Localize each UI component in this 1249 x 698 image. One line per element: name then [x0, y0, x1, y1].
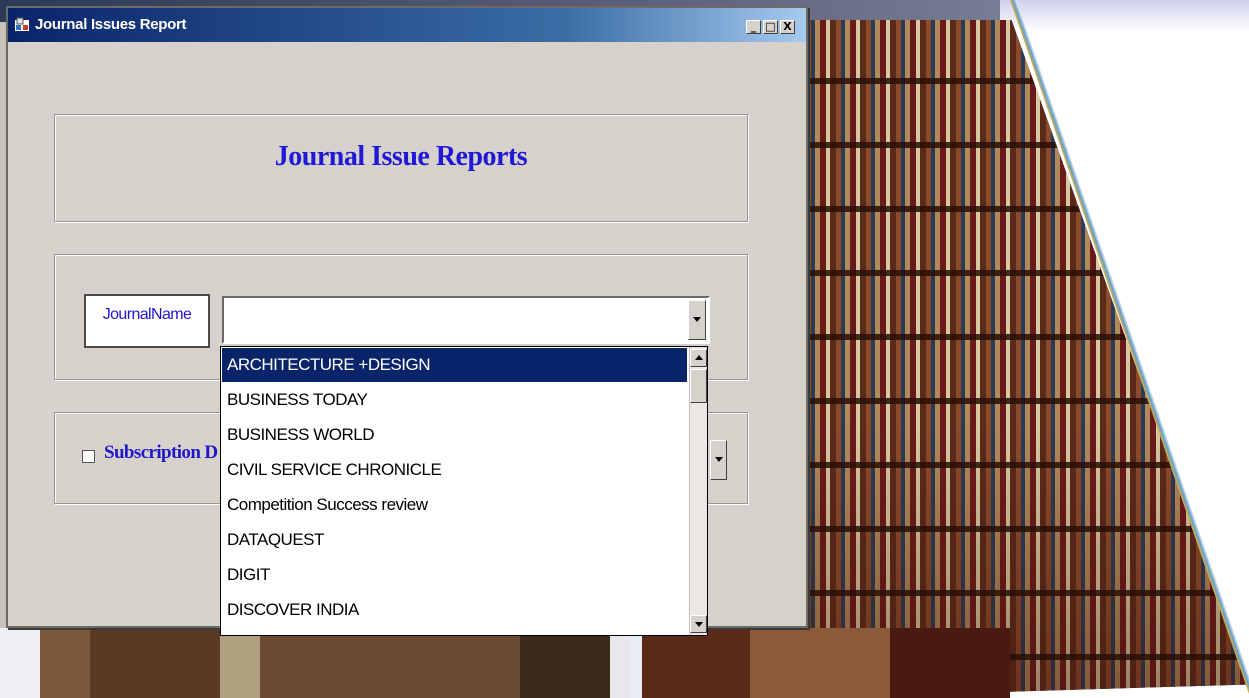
page-title: Journal Issue Reports: [274, 141, 528, 172]
scroll-down-button[interactable]: [690, 615, 707, 633]
background-bottom-mid-image: [630, 628, 1010, 698]
close-button[interactable]: X: [780, 20, 795, 34]
journal-issues-report-window: Journal Issues Report _ □ X Journal Issu…: [6, 6, 808, 636]
list-item[interactable]: DATAQUEST: [222, 523, 687, 557]
dropdown-scrollbar[interactable]: [689, 347, 707, 635]
subscription-dropdown-button[interactable]: [710, 440, 727, 480]
subscription-checkbox-label: Subscription D: [104, 442, 218, 463]
minimize-button[interactable]: _: [746, 20, 761, 34]
title-bar[interactable]: Journal Issues Report _ □ X: [8, 8, 806, 42]
list-item[interactable]: Competition Success review: [222, 488, 687, 522]
window-title: Journal Issues Report: [35, 16, 187, 33]
background-bottom-left-image: [0, 628, 630, 698]
chevron-up-icon: [695, 355, 703, 360]
list-item[interactable]: DISCOVER INDIA: [222, 593, 687, 627]
maximize-button[interactable]: □: [763, 20, 778, 34]
list-item[interactable]: BUSINESS WORLD: [222, 418, 687, 452]
scroll-up-button[interactable]: [690, 349, 707, 367]
subscription-checkbox[interactable]: [82, 450, 95, 463]
report-title-frame: Journal Issue Reports: [54, 114, 748, 222]
list-item[interactable]: CIVIL SERVICE CHRONICLE: [222, 453, 687, 487]
journal-name-dropdown-list: ARCHITECTURE +DESIGN BUSINESS TODAY BUSI…: [220, 346, 708, 636]
chevron-down-icon: [695, 622, 703, 627]
background-right-bar: [1000, 0, 1249, 32]
chevron-down-icon: [715, 457, 723, 462]
list-item[interactable]: DIGIT: [222, 558, 687, 592]
chevron-down-icon: [693, 317, 701, 322]
journal-name-label: JournalName: [102, 306, 192, 323]
scrollbar-thumb[interactable]: [690, 369, 707, 403]
app-icon: [14, 17, 30, 33]
journal-name-label-box: JournalName: [84, 294, 210, 348]
journal-name-dropdown-button[interactable]: [688, 300, 706, 340]
list-item[interactable]: BUSINESS TODAY: [222, 383, 687, 417]
journal-name-combobox[interactable]: [222, 296, 710, 344]
list-item[interactable]: ARCHITECTURE +DESIGN: [222, 348, 687, 382]
